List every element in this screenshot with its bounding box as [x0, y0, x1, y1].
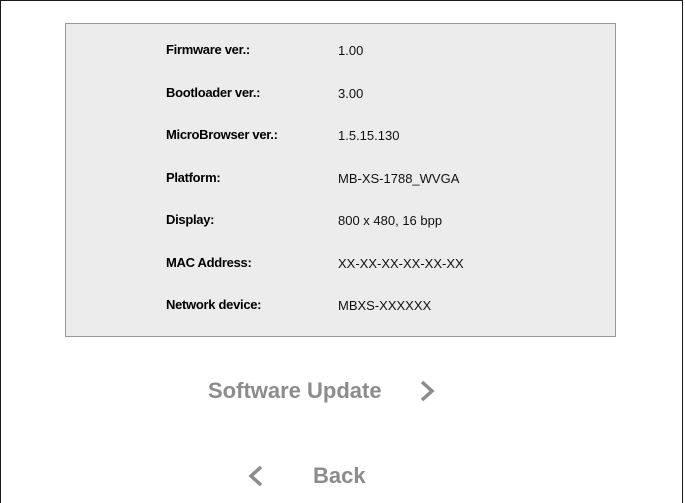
mac-address-label: MAC Address:: [166, 255, 252, 270]
software-update-label: Software Update: [208, 378, 382, 403]
network-device-value: MBXS-XXXXXX: [338, 298, 432, 313]
software-update-button[interactable]: Software Update: [208, 378, 436, 404]
mac-address-value: XX-XX-XX-XX-XX-XX: [338, 256, 464, 271]
mac-address-row: MAC Address: XX-XX-XX-XX-XX-XX: [66, 255, 615, 275]
bootloader-version-row: Bootloader ver.: 3.00: [66, 85, 615, 105]
back-label: Back: [313, 463, 366, 488]
chevron-left-icon: [247, 464, 265, 488]
platform-label: Platform:: [166, 170, 221, 185]
microbrowser-version-value: 1.5.15.130: [338, 128, 400, 143]
firmware-version-row: Firmware ver.: 1.00: [66, 42, 615, 62]
platform-value: MB-XS-1788_WVGA: [338, 171, 460, 186]
firmware-version-value: 1.00: [338, 43, 364, 58]
platform-row: Platform: MB-XS-1788_WVGA: [66, 170, 615, 190]
microbrowser-version-label: MicroBrowser ver.:: [166, 127, 278, 142]
back-button[interactable]: Back: [247, 463, 366, 489]
chevron-right-icon: [418, 379, 436, 403]
network-device-label: Network device:: [166, 297, 262, 312]
network-device-row: Network device: MBXS-XXXXXX: [66, 297, 615, 317]
firmware-version-label: Firmware ver.:: [166, 42, 250, 57]
bootloader-version-label: Bootloader ver.:: [166, 85, 261, 100]
display-row: Display: 800 x 480, 16 bpp: [66, 212, 615, 232]
bootloader-version-value: 3.00: [338, 86, 364, 101]
microbrowser-version-row: MicroBrowser ver.: 1.5.15.130: [66, 127, 615, 147]
display-label: Display:: [166, 212, 215, 227]
display-value: 800 x 480, 16 bpp: [338, 213, 443, 228]
device-info-panel: Firmware ver.: 1.00 Bootloader ver.: 3.0…: [65, 23, 616, 337]
